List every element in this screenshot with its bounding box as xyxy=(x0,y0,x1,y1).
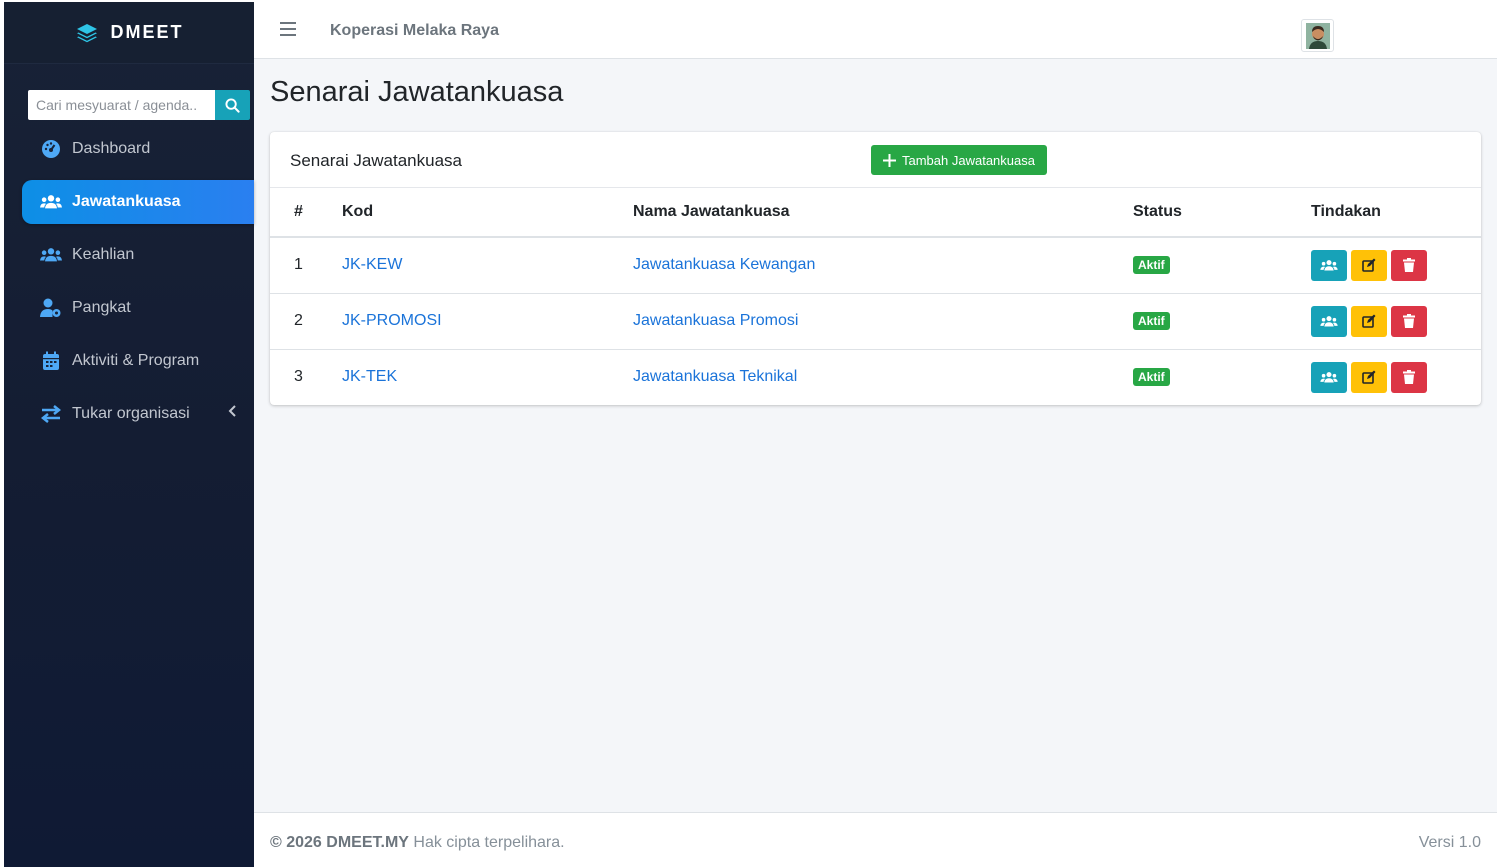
committee-table: # Kod Nama Jawatankuasa Status Tindakan … xyxy=(270,188,1481,405)
users-icon xyxy=(40,245,62,265)
sidebar-nav: Dashboard Jawatankuasa Keahlian Pangkat xyxy=(22,127,254,445)
committee-code-link[interactable]: JK-KEW xyxy=(342,256,402,273)
add-committee-button[interactable]: Tambah Jawatankuasa xyxy=(871,145,1047,175)
sidebar-item-label: Tukar organisasi xyxy=(72,405,190,422)
footer-copyright: © 2026 DMEET.MY Hak cipta terpelihara. xyxy=(270,834,565,852)
table-row: 2 JK-PROMOSI Jawatankuasa Promosi Aktif xyxy=(270,293,1481,350)
footer: © 2026 DMEET.MY Hak cipta terpelihara. V… xyxy=(254,812,1497,867)
sidebar-item-label: Keahlian xyxy=(72,246,135,263)
col-header-nama: Nama Jawatankuasa xyxy=(633,188,1133,238)
sidebar-item-label: Pangkat xyxy=(72,299,131,316)
sidebar-item-label: Aktiviti & Program xyxy=(72,352,200,369)
committee-code-link[interactable]: JK-PROMOSI xyxy=(342,312,442,329)
col-header-kod: Kod xyxy=(342,188,633,238)
avatar[interactable] xyxy=(1301,19,1334,52)
users-icon xyxy=(1320,315,1338,327)
row-actions xyxy=(1311,305,1481,337)
row-actions xyxy=(1311,361,1481,393)
trash-icon xyxy=(1403,314,1415,328)
copyright-brand: © 2026 DMEET.MY xyxy=(270,834,409,851)
brand[interactable]: DMEET xyxy=(4,2,254,64)
app-frame: DMEET Dashboard Jawatankuasa xyxy=(4,2,1497,867)
sidebar-item-tukar-organisasi[interactable]: Tukar organisasi xyxy=(22,392,254,436)
trash-icon xyxy=(1403,370,1415,385)
hamburger-icon[interactable] xyxy=(280,22,296,36)
edit-button[interactable] xyxy=(1351,249,1387,281)
committee-code-link[interactable]: JK-TEK xyxy=(342,368,397,385)
status-badge: Aktif xyxy=(1133,256,1170,275)
edit-icon xyxy=(1362,258,1376,273)
copyright-rights: Hak cipta terpelihara. xyxy=(413,834,565,851)
calendar-icon xyxy=(40,351,62,371)
chevron-left-icon[interactable] xyxy=(228,404,238,423)
status-badge: Aktif xyxy=(1133,312,1170,330)
sidebar-item-jawatankuasa[interactable]: Jawatankuasa xyxy=(22,180,254,224)
members-button[interactable] xyxy=(1311,361,1347,393)
user-cog-icon xyxy=(40,298,62,318)
sidebar-item-aktiviti[interactable]: Aktiviti & Program xyxy=(22,339,254,383)
edit-icon xyxy=(1362,314,1376,328)
organization-name: Koperasi Melaka Raya xyxy=(330,22,499,39)
topbar: Koperasi Melaka Raya xyxy=(254,2,1497,59)
table-row: 1 JK-KEW Jawatankuasa Kewangan Aktif xyxy=(270,237,1481,294)
status-badge: Aktif xyxy=(1133,368,1170,387)
col-header-no: # xyxy=(270,188,342,238)
users-icon xyxy=(40,192,62,212)
members-button[interactable] xyxy=(1311,249,1347,281)
edit-button[interactable] xyxy=(1351,361,1387,393)
sidebar-item-keahlian[interactable]: Keahlian xyxy=(22,233,254,277)
sidebar-item-dashboard[interactable]: Dashboard xyxy=(22,127,254,171)
members-button[interactable] xyxy=(1311,305,1347,337)
delete-button[interactable] xyxy=(1391,305,1427,337)
brand-name: DMEET xyxy=(110,22,184,42)
row-number: 1 xyxy=(270,237,342,294)
delete-button[interactable] xyxy=(1391,249,1427,281)
footer-version: Versi 1.0 xyxy=(1418,834,1481,851)
committee-name-link[interactable]: Jawatankuasa Promosi xyxy=(633,312,798,329)
sidebar: DMEET Dashboard Jawatankuasa xyxy=(4,2,254,867)
row-actions xyxy=(1311,249,1481,281)
tachometer-icon xyxy=(40,139,62,159)
sidebar-item-label: Jawatankuasa xyxy=(72,193,181,210)
sidebar-item-pangkat[interactable]: Pangkat xyxy=(22,286,254,330)
col-header-status: Status xyxy=(1133,188,1311,238)
row-number: 2 xyxy=(270,293,342,350)
search-icon xyxy=(225,97,240,113)
card-title: Senarai Jawatankuasa xyxy=(290,151,463,170)
committee-card: Senarai Jawatankuasa Tambah Jawatankuasa… xyxy=(270,132,1481,405)
delete-button[interactable] xyxy=(1391,361,1427,393)
col-header-tindakan: Tindakan xyxy=(1311,188,1481,238)
table-header-row: # Kod Nama Jawatankuasa Status Tindakan xyxy=(270,188,1481,238)
trash-icon xyxy=(1403,258,1415,273)
edit-button[interactable] xyxy=(1351,305,1387,337)
committee-name-link[interactable]: Jawatankuasa Kewangan xyxy=(633,256,815,273)
add-committee-label: Tambah Jawatankuasa xyxy=(902,152,1035,168)
row-number: 3 xyxy=(294,368,303,386)
users-icon xyxy=(1320,259,1338,271)
page-title: Senarai Jawatankuasa xyxy=(270,76,564,108)
edit-icon xyxy=(1362,370,1376,385)
users-icon xyxy=(1320,371,1338,383)
sidebar-item-label: Dashboard xyxy=(72,140,151,157)
layers-icon xyxy=(75,21,99,45)
plus-icon xyxy=(883,153,896,167)
table-row: 3 JK-TEK Jawatankuasa Teknikal Aktif xyxy=(270,349,1481,405)
search-button[interactable] xyxy=(215,90,250,120)
card-header: Senarai Jawatankuasa Tambah Jawatankuasa xyxy=(270,132,1481,188)
exchange-icon xyxy=(40,404,62,424)
committee-name-link[interactable]: Jawatankuasa Teknikal xyxy=(633,368,797,385)
search-input[interactable] xyxy=(28,90,215,120)
sidebar-search xyxy=(28,90,250,120)
